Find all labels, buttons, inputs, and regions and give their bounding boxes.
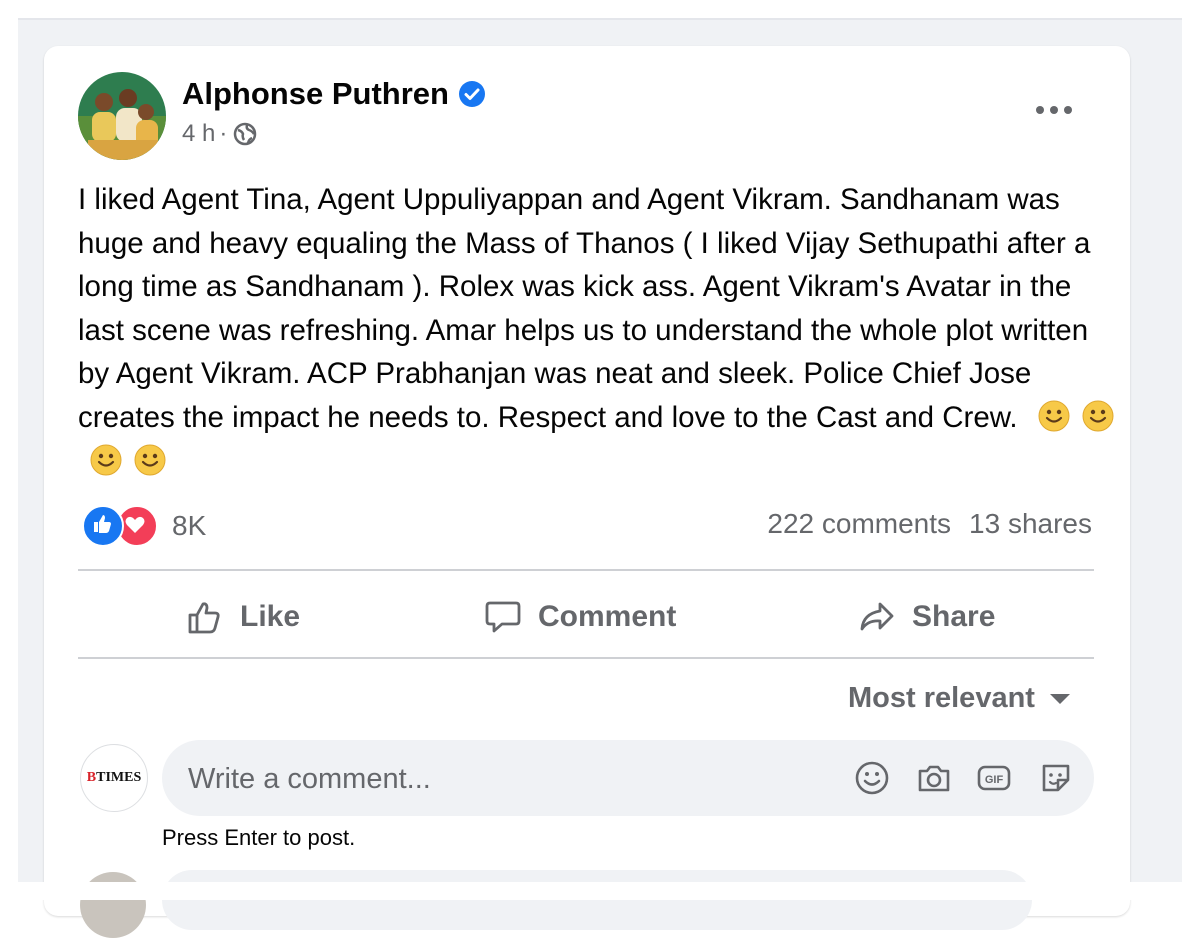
like-button[interactable]: Like (184, 590, 300, 644)
shares-count[interactable]: 13 shares (969, 508, 1092, 539)
comment-label: Comment (538, 600, 677, 633)
post-hint: Press Enter to post. (162, 825, 356, 850)
page-bottom (0, 882, 1200, 900)
sort-label: Most relevant (848, 682, 1035, 714)
like-reaction-icon (82, 505, 124, 547)
next-comment-bubble (162, 870, 1032, 930)
post-meta: 4 h · (182, 120, 257, 148)
page-logo-prefix: B (86, 770, 97, 785)
sticker-icon[interactable] (1036, 758, 1076, 798)
slightly-smiling-face-icon (134, 444, 166, 476)
author-name[interactable]: Alphonse Puthren (182, 76, 449, 112)
divider (78, 569, 1094, 571)
share-label: Share (912, 600, 996, 633)
share-button[interactable]: Share (856, 590, 995, 644)
globe-icon (234, 122, 257, 146)
post-text: I liked Agent Tina, Agent Uppuliyappan a… (78, 183, 1091, 434)
comments-count[interactable]: 222 comments (767, 508, 951, 539)
comment-input[interactable] (186, 758, 830, 800)
more-icon (1036, 106, 1072, 114)
comment-composer: GIF (162, 740, 1094, 816)
comment-button[interactable]: Comment (482, 590, 676, 644)
caret-down-icon (1049, 693, 1070, 704)
verified-badge-icon (459, 81, 485, 107)
slightly-smiling-face-icon (90, 444, 122, 476)
reaction-count[interactable]: 8K (172, 510, 206, 542)
commenter-avatar[interactable]: B TIMES (80, 744, 148, 812)
share-arrow-icon (860, 602, 894, 631)
svg-text:GIF: GIF (985, 774, 1004, 786)
gif-icon[interactable]: GIF (974, 758, 1014, 798)
slightly-smiling-face-icon (1038, 400, 1070, 432)
emoji-icon[interactable] (852, 758, 892, 798)
meta-separator: · (219, 120, 228, 147)
slightly-smiling-face-icon (1082, 400, 1114, 432)
comment-sort-dropdown[interactable]: Most relevant (848, 682, 1071, 715)
page-logo-text: TIMES (96, 770, 142, 785)
divider (78, 657, 1094, 659)
post-body: I liked Agent Tina, Agent Uppuliyappan a… (78, 178, 1118, 483)
author-avatar[interactable] (78, 72, 166, 160)
like-label: Like (240, 600, 301, 633)
reaction-summary[interactable]: 8K (82, 505, 206, 547)
engagement-counts: 222 comments 13 shares (767, 508, 1092, 540)
thumbs-up-icon (188, 602, 220, 634)
camera-icon[interactable] (914, 758, 954, 798)
comment-bubble-icon (485, 601, 521, 633)
more-options-button[interactable] (1030, 92, 1078, 128)
post-time[interactable]: 4 h (182, 120, 215, 148)
